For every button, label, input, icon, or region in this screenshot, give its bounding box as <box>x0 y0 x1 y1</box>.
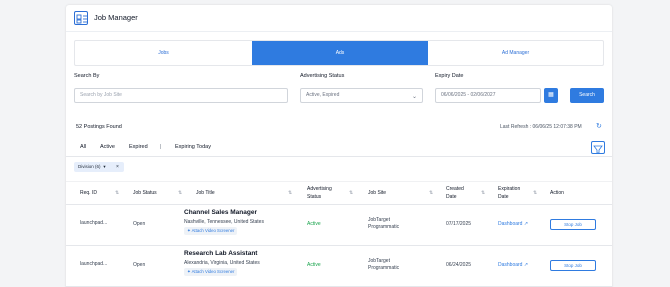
filter-expiring-today[interactable]: Expiring Today <box>175 144 211 150</box>
job-site-line2: Programmatic <box>368 224 400 230</box>
search-button[interactable]: Search <box>570 88 604 103</box>
last-refresh-text: Last Refresh : 06/06/25 12:07:38 PM <box>500 124 582 130</box>
created-date-cell: 07/17/2025 <box>446 221 472 227</box>
close-icon[interactable]: × <box>116 162 119 172</box>
attach-video-label: Attach Video Screener <box>191 269 235 274</box>
advertising-status-value: Active, Expired <box>306 92 340 98</box>
tab-jobs[interactable]: Jobs <box>75 41 252 65</box>
job-manager-icon <box>74 11 88 25</box>
col-expiration-date-line2: Date <box>498 194 509 200</box>
req-id-cell: launchpad... <box>80 261 108 267</box>
caret-down-icon: ▼ <box>102 164 107 169</box>
dashboard-label: Dashboard <box>498 262 523 268</box>
division-chip-label: Division (6) <box>78 164 101 169</box>
created-date-cell: 06/24/2025 <box>446 262 472 268</box>
division-filter-chip[interactable]: Division (6) ▼ × <box>74 162 124 172</box>
dashboard-link[interactable]: Dashboard ↗ <box>498 221 528 228</box>
filter-separator: | <box>160 144 162 150</box>
app-header: Job Manager <box>66 5 612 32</box>
expiry-date-input[interactable]: 06/06/2025 - 02/06/2027 <box>435 88 541 103</box>
filter-all[interactable]: All <box>80 144 86 150</box>
filter-expired[interactable]: Expired <box>129 144 148 150</box>
col-job-status: Job Status <box>133 190 157 196</box>
dashboard-link[interactable]: Dashboard ↗ <box>498 262 528 269</box>
job-site-line1: JobTarget <box>368 258 390 264</box>
app-title: Job Manager <box>94 13 138 22</box>
job-title-link[interactable]: Channel Sales Manager <box>184 209 257 216</box>
col-job-title: Job Title <box>196 190 215 196</box>
job-site-line2: Programmatic <box>368 265 400 271</box>
req-id-cell: launchpad... <box>80 220 108 226</box>
refresh-icon[interactable]: ↻ <box>596 122 602 130</box>
stop-job-button[interactable]: Stop Job <box>550 219 596 230</box>
expiry-date-label: Expiry Date <box>435 73 464 79</box>
tab-ad-manager[interactable]: Ad Manager <box>428 41 603 65</box>
job-location: Nashville, Tennessee, United States <box>184 219 264 225</box>
sort-icon[interactable]: ⇅ <box>178 190 182 196</box>
col-expiration-date-line1: Expiration <box>498 186 521 192</box>
sort-icon[interactable]: ⇅ <box>481 190 485 196</box>
col-advertising-status-line1: Advertising <box>307 186 332 192</box>
attach-video-screener-button[interactable]: ✦ Attach Video Screener <box>184 268 238 276</box>
advertising-status-label: Advertising Status <box>300 73 345 79</box>
sort-icon[interactable]: ⇅ <box>533 190 537 196</box>
search-input[interactable]: Search by Job Site <box>74 88 288 103</box>
external-link-icon: ↗ <box>523 221 529 227</box>
filter-icon[interactable] <box>591 141 605 154</box>
sort-icon[interactable]: ⇅ <box>288 190 292 196</box>
job-location: Alexandria, Virginia, United States <box>184 260 260 266</box>
table-header: Req. ID ⇅ Job Status ⇅ Job Title ⇅ Adver… <box>66 181 612 205</box>
calendar-icon: ▦ <box>548 92 554 98</box>
attach-video-label: Attach Video Screener <box>191 228 235 233</box>
col-action: Action <box>550 190 564 196</box>
dashboard-label: Dashboard <box>498 221 523 227</box>
tab-ads[interactable]: Ads <box>252 41 428 65</box>
col-created-date-line2: Date <box>446 194 457 200</box>
external-link-icon: ↗ <box>523 262 529 268</box>
job-title-link[interactable]: Research Lab Assistant <box>184 250 257 257</box>
table-row: launchpad... Open Channel Sales Manager … <box>66 205 612 246</box>
advertising-status-select[interactable]: Active, Expired ⌄ <box>300 88 423 103</box>
sort-icon[interactable]: ⇅ <box>349 190 353 196</box>
ad-status-cell: Active <box>307 221 321 227</box>
calendar-button[interactable]: ▦ <box>544 88 558 103</box>
chevron-down-icon: ⌄ <box>411 94 417 100</box>
postings-count: 52 Postings Found <box>76 124 122 130</box>
attach-video-screener-button[interactable]: ✦ Attach Video Screener <box>184 227 238 235</box>
col-created-date-line1: Created <box>446 186 464 192</box>
job-manager-card: Job Manager Jobs Ads Ad Manager Search B… <box>66 5 612 287</box>
filter-active[interactable]: Active <box>100 144 115 150</box>
ad-status-cell: Active <box>307 262 321 268</box>
sort-icon[interactable]: ⇅ <box>115 190 119 196</box>
stop-job-button[interactable]: Stop Job <box>550 260 596 271</box>
col-advertising-status-line2: Status <box>307 194 322 200</box>
status-filter-bar: All Active Expired | Expiring Today <box>66 137 612 157</box>
col-req-id: Req. ID <box>80 190 97 196</box>
sort-icon[interactable]: ⇅ <box>429 190 433 196</box>
table-row: launchpad... Open Research Lab Assistant… <box>66 246 612 287</box>
job-status-cell: Open <box>133 262 146 268</box>
search-by-label: Search By <box>74 73 100 79</box>
tab-bar: Jobs Ads Ad Manager <box>74 40 604 66</box>
job-status-cell: Open <box>133 221 146 227</box>
col-job-site: Job Site <box>368 190 387 196</box>
job-site-line1: JobTarget <box>368 217 390 223</box>
